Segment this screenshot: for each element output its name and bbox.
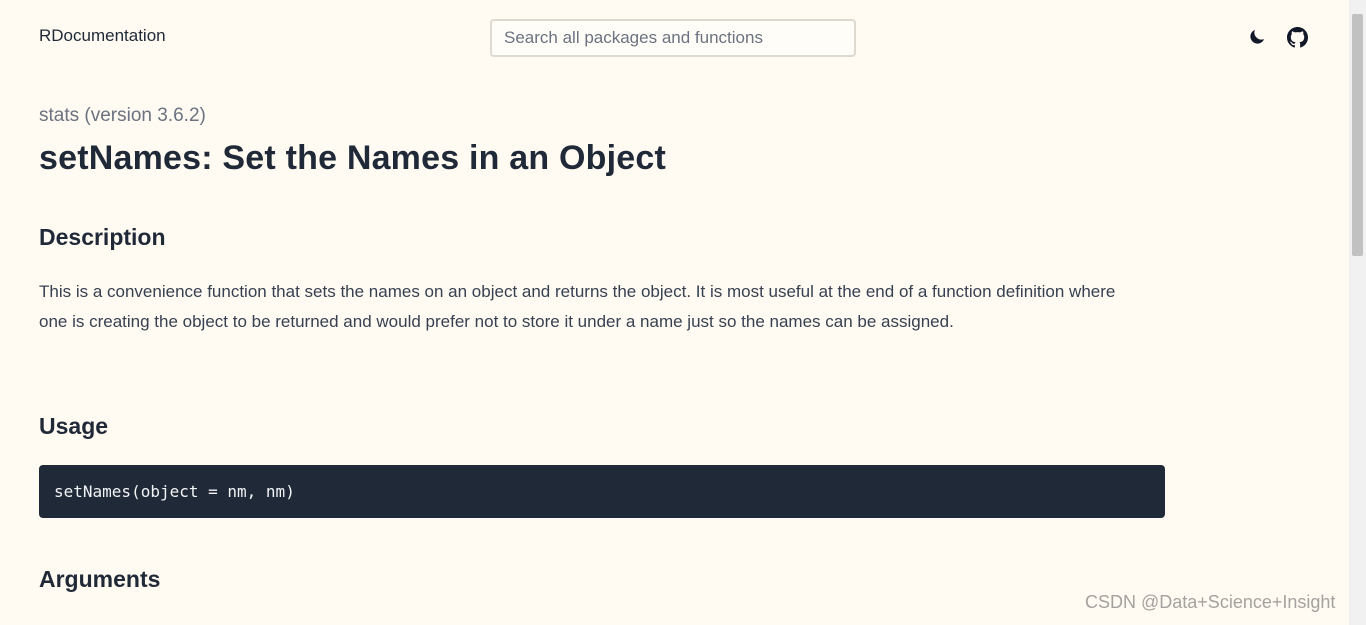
arguments-heading: Arguments xyxy=(39,566,161,592)
page-title: setNames: Set the Names in an Object xyxy=(39,139,666,177)
brand-link[interactable]: RDocumentation xyxy=(39,26,166,46)
top-header: RDocumentation xyxy=(0,0,1349,80)
main-content: stats (version 3.6.2) setNames: Set the … xyxy=(39,100,1165,592)
github-icon[interactable] xyxy=(1286,26,1308,48)
watermark: CSDN @Data+Science+Insight xyxy=(1085,592,1336,612)
scrollbar-thumb[interactable] xyxy=(1352,14,1363,256)
moon-icon[interactable] xyxy=(1246,26,1268,48)
usage-heading: Usage xyxy=(39,413,109,439)
description-text: This is a convenience function that sets… xyxy=(39,282,1116,331)
page: RDocumentation stats (version 3.6.2) set… xyxy=(0,0,1366,625)
vertical-scrollbar[interactable] xyxy=(1349,0,1366,625)
search-input[interactable] xyxy=(490,19,856,57)
usage-code-block: setNames(object = nm, nm) xyxy=(39,465,1165,518)
description-heading: Description xyxy=(39,224,166,250)
package-version: stats (version 3.6.2) xyxy=(39,105,206,126)
usage-code: setNames(object = nm, nm) xyxy=(54,482,295,501)
